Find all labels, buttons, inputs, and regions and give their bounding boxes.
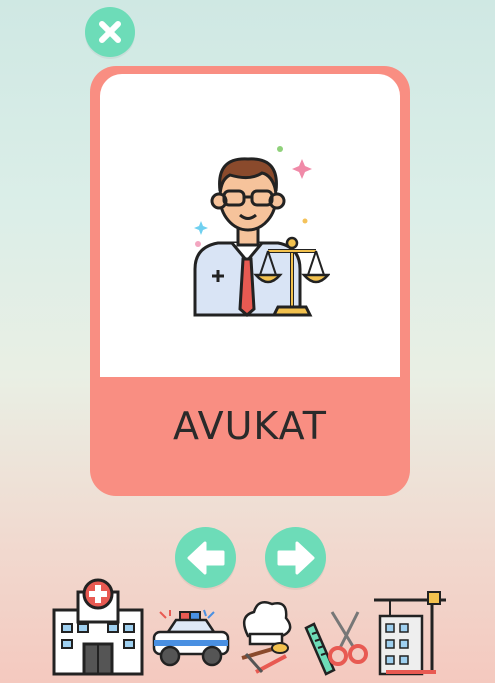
card-word: AVUKAT	[173, 404, 327, 448]
icon-strip	[50, 578, 450, 678]
flash-card: AVUKAT	[90, 66, 410, 496]
chef-icon[interactable]	[236, 596, 296, 676]
close-icon	[99, 21, 121, 43]
card-image-area	[100, 74, 400, 377]
hairdresser-icon[interactable]	[300, 608, 370, 676]
arrow-right-icon	[277, 541, 314, 574]
arrow-left-icon	[187, 541, 224, 574]
lawyer-with-scales-icon	[193, 146, 330, 317]
close-button[interactable]	[85, 7, 135, 57]
construction-icon[interactable]	[370, 590, 450, 676]
hospital-icon[interactable]	[50, 578, 145, 678]
police-car-icon[interactable]	[150, 608, 232, 670]
